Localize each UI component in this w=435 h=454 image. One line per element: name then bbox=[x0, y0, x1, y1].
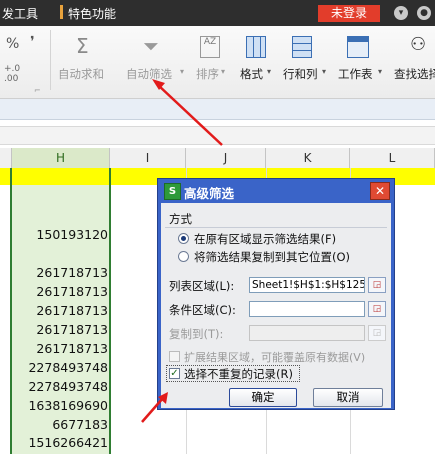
arrow-to-autofilter-icon bbox=[152, 79, 223, 146]
arrow-to-unique-checkbox-icon bbox=[141, 392, 168, 423]
annotation-arrows bbox=[141, 79, 223, 423]
